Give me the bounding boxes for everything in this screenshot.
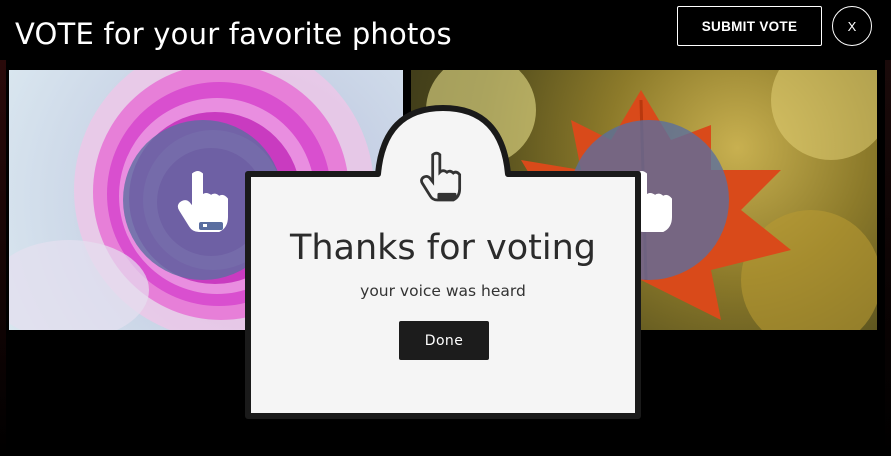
- right-edge-background: [885, 60, 891, 456]
- thanks-modal: Thanks for voting your voice was heard D…: [244, 105, 642, 420]
- hand-pointer-icon: [420, 151, 462, 202]
- hand-pointer-icon: [177, 171, 228, 232]
- modal-title: Thanks for voting: [289, 228, 597, 268]
- modal-subtitle: your voice was heard: [360, 282, 526, 300]
- page-title: VOTE for your favorite photos: [15, 17, 452, 51]
- submit-vote-button[interactable]: SUBMIT VOTE: [677, 6, 822, 46]
- done-button[interactable]: Done: [399, 321, 489, 360]
- left-edge-background: [0, 60, 6, 456]
- close-button[interactable]: X: [832, 6, 872, 46]
